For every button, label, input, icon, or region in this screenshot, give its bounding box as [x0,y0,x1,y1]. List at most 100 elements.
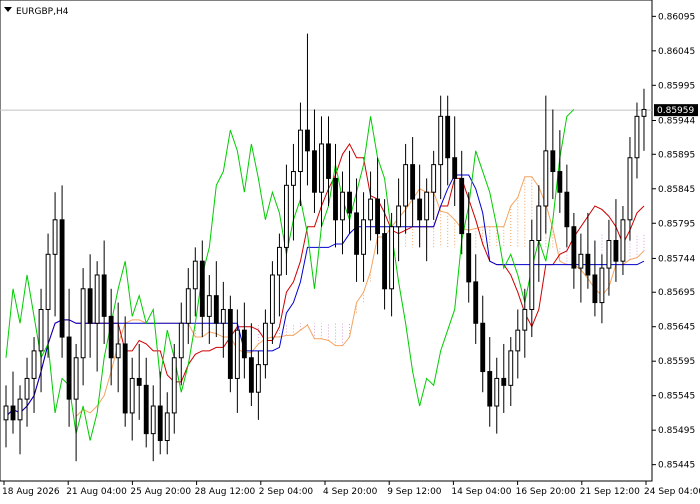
time-tick-label: 25 Aug 20:00 [130,487,191,497]
time-tick-label: 24 Sep 04:00 [644,487,700,497]
time-tick-label: 9 Sep 12:00 [387,487,442,497]
candle-body [24,377,30,400]
candle-body [634,115,640,159]
candle-body [459,177,465,235]
candle-body [312,150,317,193]
price-tick-label: 0.85495 [658,426,695,436]
candle-body [508,350,514,386]
candle-body [417,198,423,221]
time-tick-label: 2 Sep 04:00 [259,487,314,497]
candle-body [557,171,563,193]
candle-body [17,398,23,421]
candle-body [45,253,51,310]
candle-body [536,205,542,242]
candle-body [213,295,219,324]
candle-body [529,240,535,310]
candle-body [452,157,458,179]
candle-body [592,274,598,304]
candle-body [52,219,58,255]
candle-body [291,171,296,186]
candle-body [501,377,507,386]
candle-body [361,219,366,255]
candle-body [410,164,416,200]
price-tick-label: 0.85545 [658,392,695,402]
candle-body [101,274,107,317]
candle-body [606,240,612,269]
price-tick-label: 0.86095 [658,12,695,22]
candle-body [396,205,402,228]
candle-body [466,233,472,283]
candle-body [87,288,93,324]
candle-body [522,308,528,331]
candle-body [305,129,310,152]
candle-body [220,308,226,324]
candle-body [38,308,44,352]
candle-body [122,343,128,414]
candle-body [585,253,591,276]
candle-body [613,240,619,262]
candle-body [150,405,156,435]
candle-body [59,219,65,338]
candle-body [480,322,486,373]
candle-body [445,115,451,159]
price-chart[interactable]: 0.86095 0.86045 0.85995 0.85944 0.85895 0.858… [0,0,700,500]
candle-body [94,274,100,324]
candle-body [31,350,37,379]
price-tick-label: 0.85595 [658,357,695,367]
candle-body [340,191,345,221]
candle-body [599,267,605,304]
candle-body [473,281,479,324]
candle-body [276,246,282,276]
price-tick-label: 0.85845 [658,185,695,195]
candle-body [347,191,352,214]
candle-body [319,143,324,193]
candle-body [333,177,338,221]
candle-body [164,412,170,442]
candle-body [73,357,79,400]
price-tick-label: 0.85695 [658,288,695,298]
candle-body [543,150,549,207]
candle-body [108,315,114,359]
candle-body [620,219,626,262]
candle-body [80,288,86,359]
candle-body [157,405,163,442]
candle-body [487,371,493,407]
time-tick-label: 16 Sep 20:00 [516,487,576,497]
candle-body [298,129,303,173]
candle-body [199,260,205,317]
candle-body [262,322,268,366]
candle-body [136,377,142,386]
candle-body [3,405,9,421]
candle-body [171,357,177,414]
price-tick-label: 0.85944 [658,116,695,126]
candle-body [627,157,633,221]
time-tick-label: 4 Sep 20:00 [323,487,378,497]
chart-window[interactable]: 0.86095 0.86045 0.85995 0.85944 0.85895 0.858… [0,0,700,500]
candle-body [248,357,254,393]
candle-body [10,405,16,421]
candle-body [375,198,380,235]
candle-body [129,377,135,414]
candle-body [326,143,331,179]
candle-body [206,295,212,317]
candle-body [571,226,577,269]
price-tick-label: 0.85445 [658,461,695,471]
candle-body [234,329,240,379]
candle-body [382,233,388,290]
candle-body [143,384,149,435]
current-price-value: 0.85959 [657,106,694,116]
candle-body [192,260,198,290]
price-tick-label: 0.85995 [658,81,695,91]
time-tick-label: 14 Sep 04:00 [451,487,511,497]
time-tick-label: 28 Aug 12:00 [195,487,256,497]
symbol-label: EURGBP,H4 [16,7,69,17]
candle-body [564,191,570,228]
candle-body [354,212,359,255]
candle-body [438,115,444,166]
candle-body [389,226,395,290]
price-tick-label: 0.85645 [658,323,695,333]
candle-body [431,164,437,193]
price-tick-label: 0.85795 [658,219,695,229]
price-tick-label: 0.85744 [658,254,695,264]
price-tick-label: 0.85895 [658,150,695,160]
